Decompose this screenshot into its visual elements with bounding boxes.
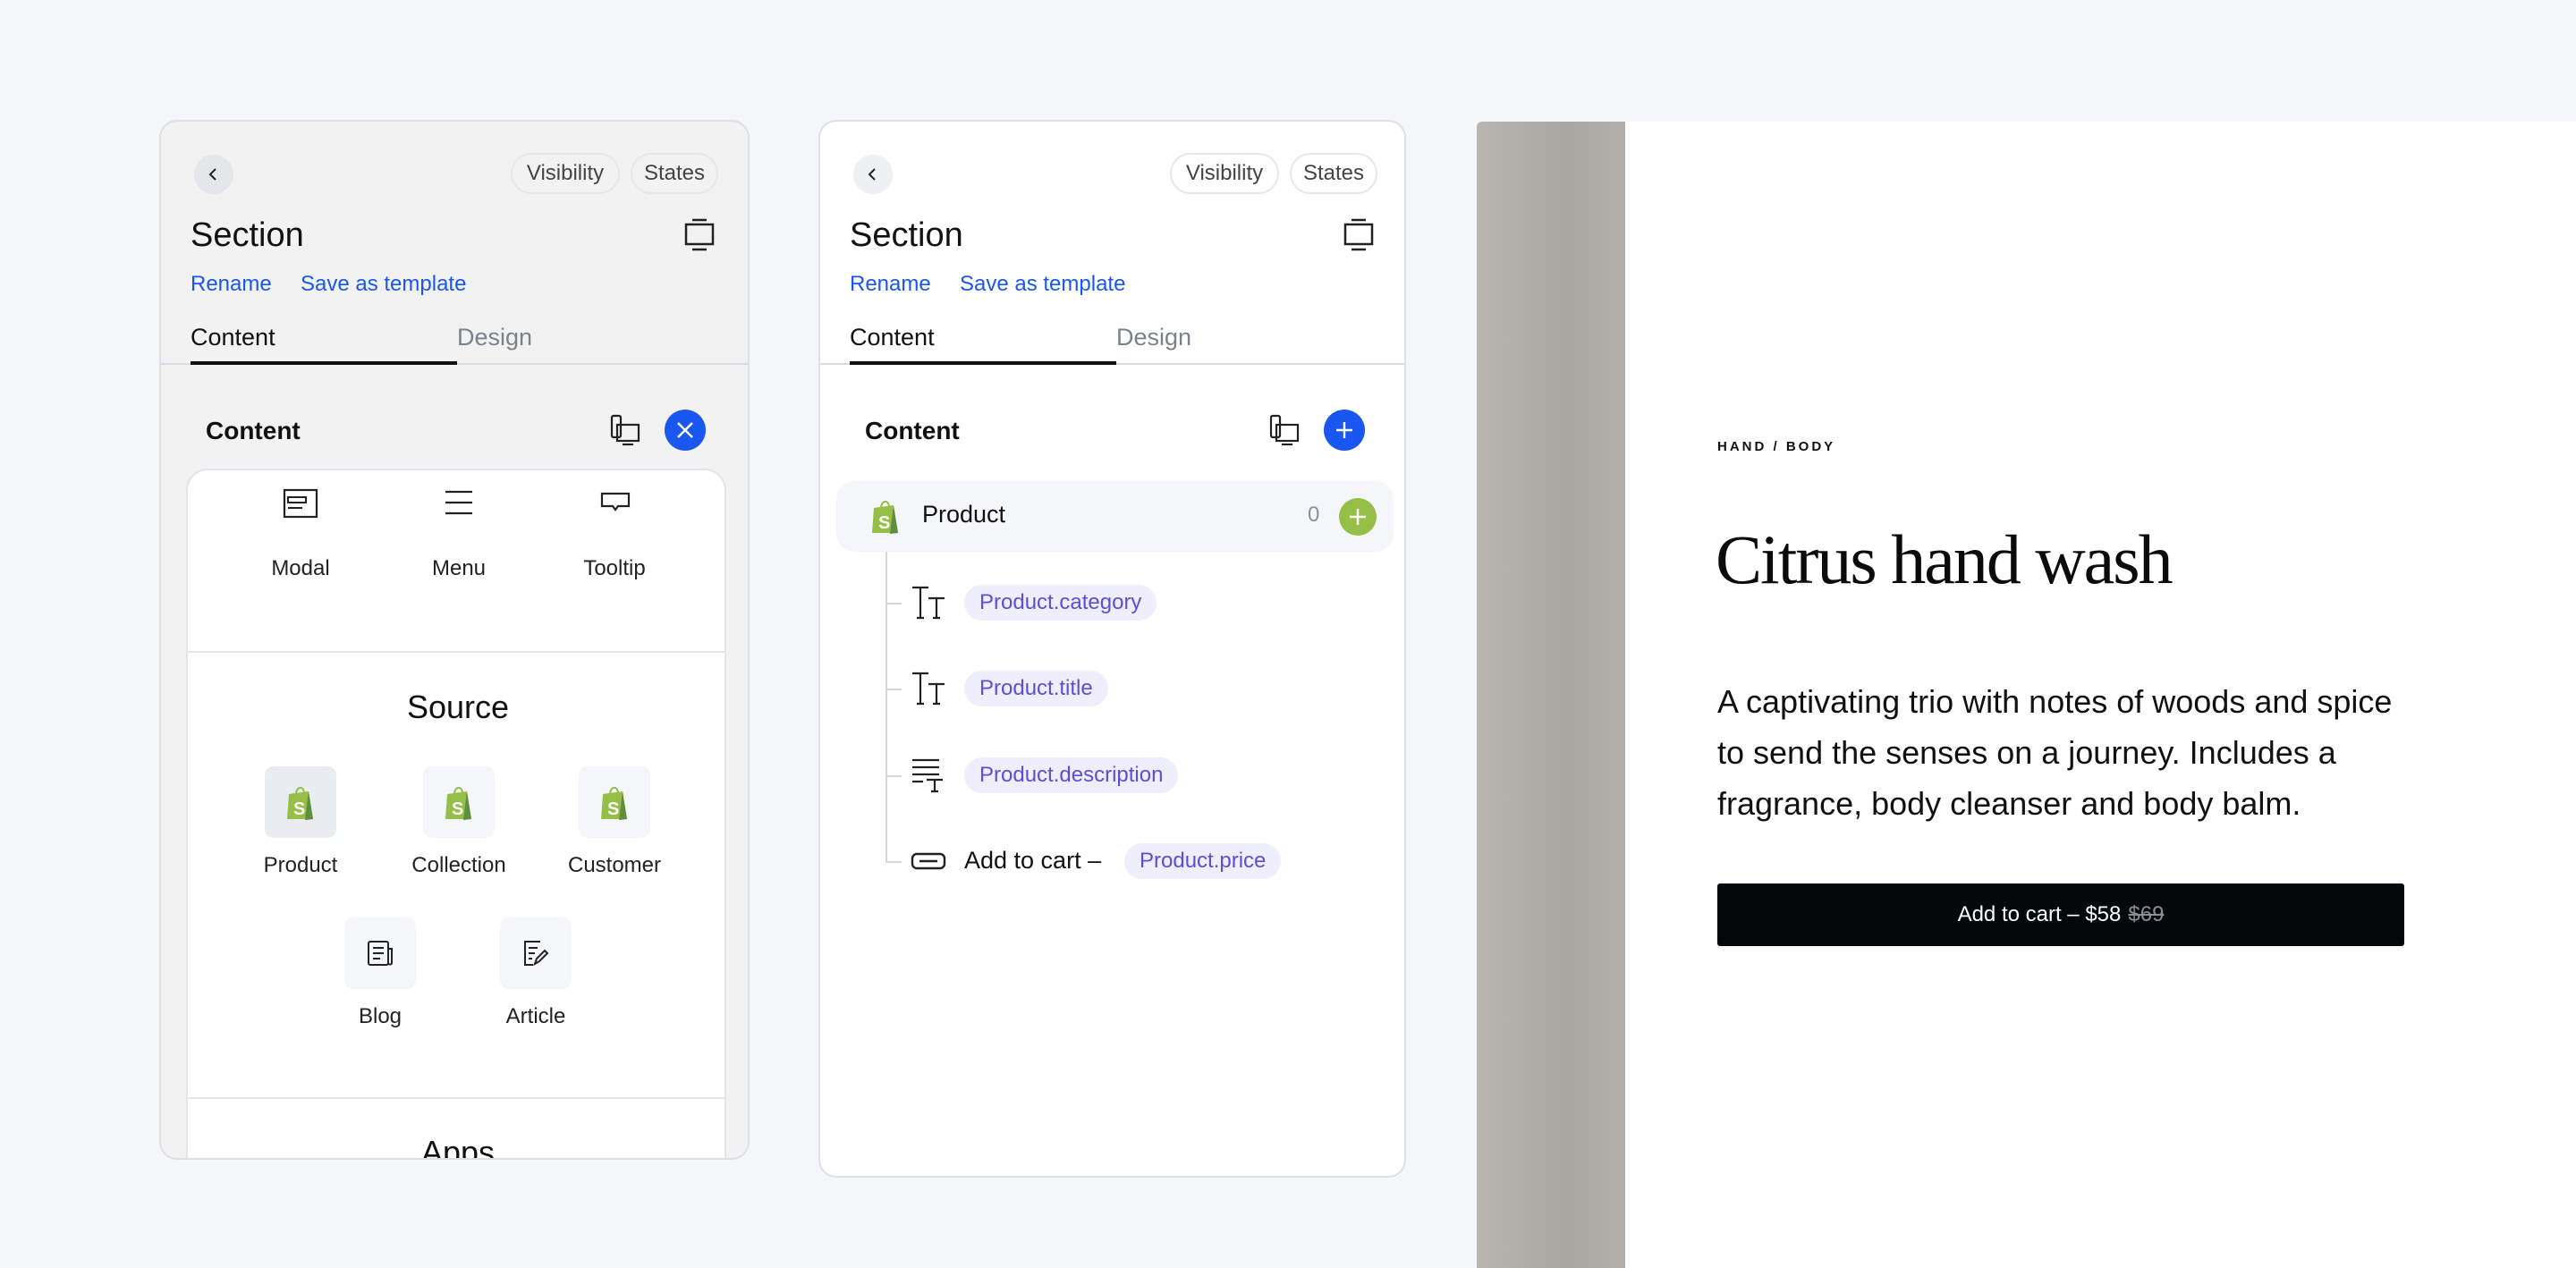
product-preview: HAND / BODY Citrus hand wash A captivati…	[1625, 122, 2576, 1268]
menu-icon	[445, 490, 472, 515]
responsive-copy-icon[interactable]	[610, 414, 640, 446]
svg-text:S: S	[607, 799, 619, 819]
picker-item-tooltip[interactable]: Tooltip	[583, 556, 645, 581]
source-article-tile[interactable]	[500, 917, 572, 989]
back-button[interactable]	[194, 155, 233, 194]
panel-title: Section	[191, 216, 304, 254]
tab-design[interactable]: Design	[457, 324, 532, 351]
states-button[interactable]: States	[1290, 153, 1377, 194]
element-picker: Modal Menu Tooltip Source S S S Product …	[186, 469, 726, 1160]
monitor-icon[interactable]	[1343, 218, 1374, 252]
source-customer-label[interactable]: Customer	[568, 853, 661, 878]
shopify-bag-icon: S	[445, 787, 471, 820]
tree-child-product-title[interactable]: Product.title	[964, 671, 1108, 706]
tree-line	[886, 552, 887, 861]
source-heading: Source	[406, 689, 510, 725]
compare-at-price: $69	[2128, 902, 2165, 926]
add-to-cart-label: Add to cart – $58	[1957, 902, 2122, 926]
product-title: Citrus hand wash	[1716, 520, 2174, 598]
apps-heading: Apps	[420, 1134, 496, 1160]
close-picker-button[interactable]	[665, 410, 706, 451]
divider	[188, 651, 724, 653]
plus-icon	[1336, 422, 1352, 438]
shopify-bag-icon: S	[601, 787, 627, 820]
tree-child-product-description[interactable]: Product.description	[964, 757, 1179, 793]
source-product-label[interactable]: Product	[264, 853, 338, 878]
tree-branch	[886, 603, 902, 604]
tree-root-label: Product	[922, 501, 1006, 528]
text-icon	[912, 672, 945, 706]
rename-link[interactable]: Rename	[191, 272, 272, 297]
tab-active-indicator	[850, 361, 1116, 365]
close-icon	[677, 422, 693, 438]
source-product-tile[interactable]: S	[265, 766, 336, 838]
blog-icon	[368, 941, 393, 966]
monitor-icon[interactable]	[684, 218, 715, 252]
tab-design[interactable]: Design	[1116, 324, 1191, 351]
plus-icon	[1350, 509, 1366, 525]
shopify-bag-icon: S	[872, 501, 898, 534]
add-child-button[interactable]	[1339, 498, 1377, 536]
svg-text:S: S	[878, 513, 890, 533]
responsive-copy-icon[interactable]	[1269, 414, 1300, 446]
product-breadcrumb: HAND / BODY	[1717, 439, 1836, 454]
source-blog-label[interactable]: Blog	[359, 1004, 402, 1029]
rename-link[interactable]: Rename	[850, 272, 931, 297]
text-icon	[912, 586, 945, 620]
tab-content[interactable]: Content	[850, 324, 935, 351]
save-as-template-link[interactable]: Save as template	[301, 272, 466, 297]
modal-icon	[283, 488, 318, 519]
section-panel-tree: Visibility States Section Rename Save as…	[818, 120, 1406, 1178]
source-article-label[interactable]: Article	[506, 1004, 566, 1029]
tree-child-product-category[interactable]: Product.category	[964, 585, 1157, 621]
source-collection-label[interactable]: Collection	[411, 853, 505, 878]
chevron-left-icon	[208, 168, 216, 181]
content-heading: Content	[865, 417, 960, 444]
picker-item-menu[interactable]: Menu	[432, 556, 486, 581]
tab-active-indicator	[191, 361, 457, 365]
save-as-template-link[interactable]: Save as template	[960, 272, 1125, 297]
add-element-button[interactable]	[1324, 410, 1365, 451]
states-button[interactable]: States	[631, 153, 718, 194]
panel-title: Section	[850, 216, 963, 254]
paragraph-icon	[912, 758, 943, 793]
tab-content[interactable]: Content	[191, 324, 275, 351]
svg-text:S: S	[452, 799, 463, 819]
source-collection-tile[interactable]: S	[423, 766, 495, 838]
visibility-button[interactable]: Visibility	[1170, 153, 1279, 194]
add-to-cart-button[interactable]: Add to cart – $58 $69	[1717, 883, 2404, 946]
product-description: A captivating trio with notes of woods a…	[1717, 683, 2393, 822]
tree-child-button-label: Add to cart –	[964, 847, 1102, 874]
chevron-left-icon	[868, 168, 876, 181]
tree-child-product-price[interactable]: Product.price	[1124, 843, 1282, 879]
tree-root-count: 0	[1308, 503, 1320, 527]
product-image	[1477, 122, 1625, 1268]
article-edit-icon	[524, 941, 549, 967]
shopify-bag-icon: S	[287, 787, 313, 820]
tree-branch	[886, 861, 902, 863]
divider	[188, 1097, 724, 1099]
content-heading: Content	[206, 417, 301, 444]
source-blog-tile[interactable]	[344, 917, 416, 989]
tree-branch	[886, 689, 902, 690]
button-icon	[911, 852, 946, 870]
tree-branch	[886, 775, 902, 777]
source-customer-tile[interactable]: S	[579, 766, 650, 838]
visibility-button[interactable]: Visibility	[511, 153, 620, 194]
svg-text:S: S	[293, 799, 305, 819]
section-panel-picker: Visibility States Section Rename Save as…	[159, 120, 750, 1160]
tree-root-product[interactable]: S Product 0	[836, 481, 1394, 552]
tooltip-icon	[600, 492, 631, 511]
picker-item-modal[interactable]: Modal	[271, 556, 329, 581]
back-button[interactable]	[853, 155, 893, 194]
